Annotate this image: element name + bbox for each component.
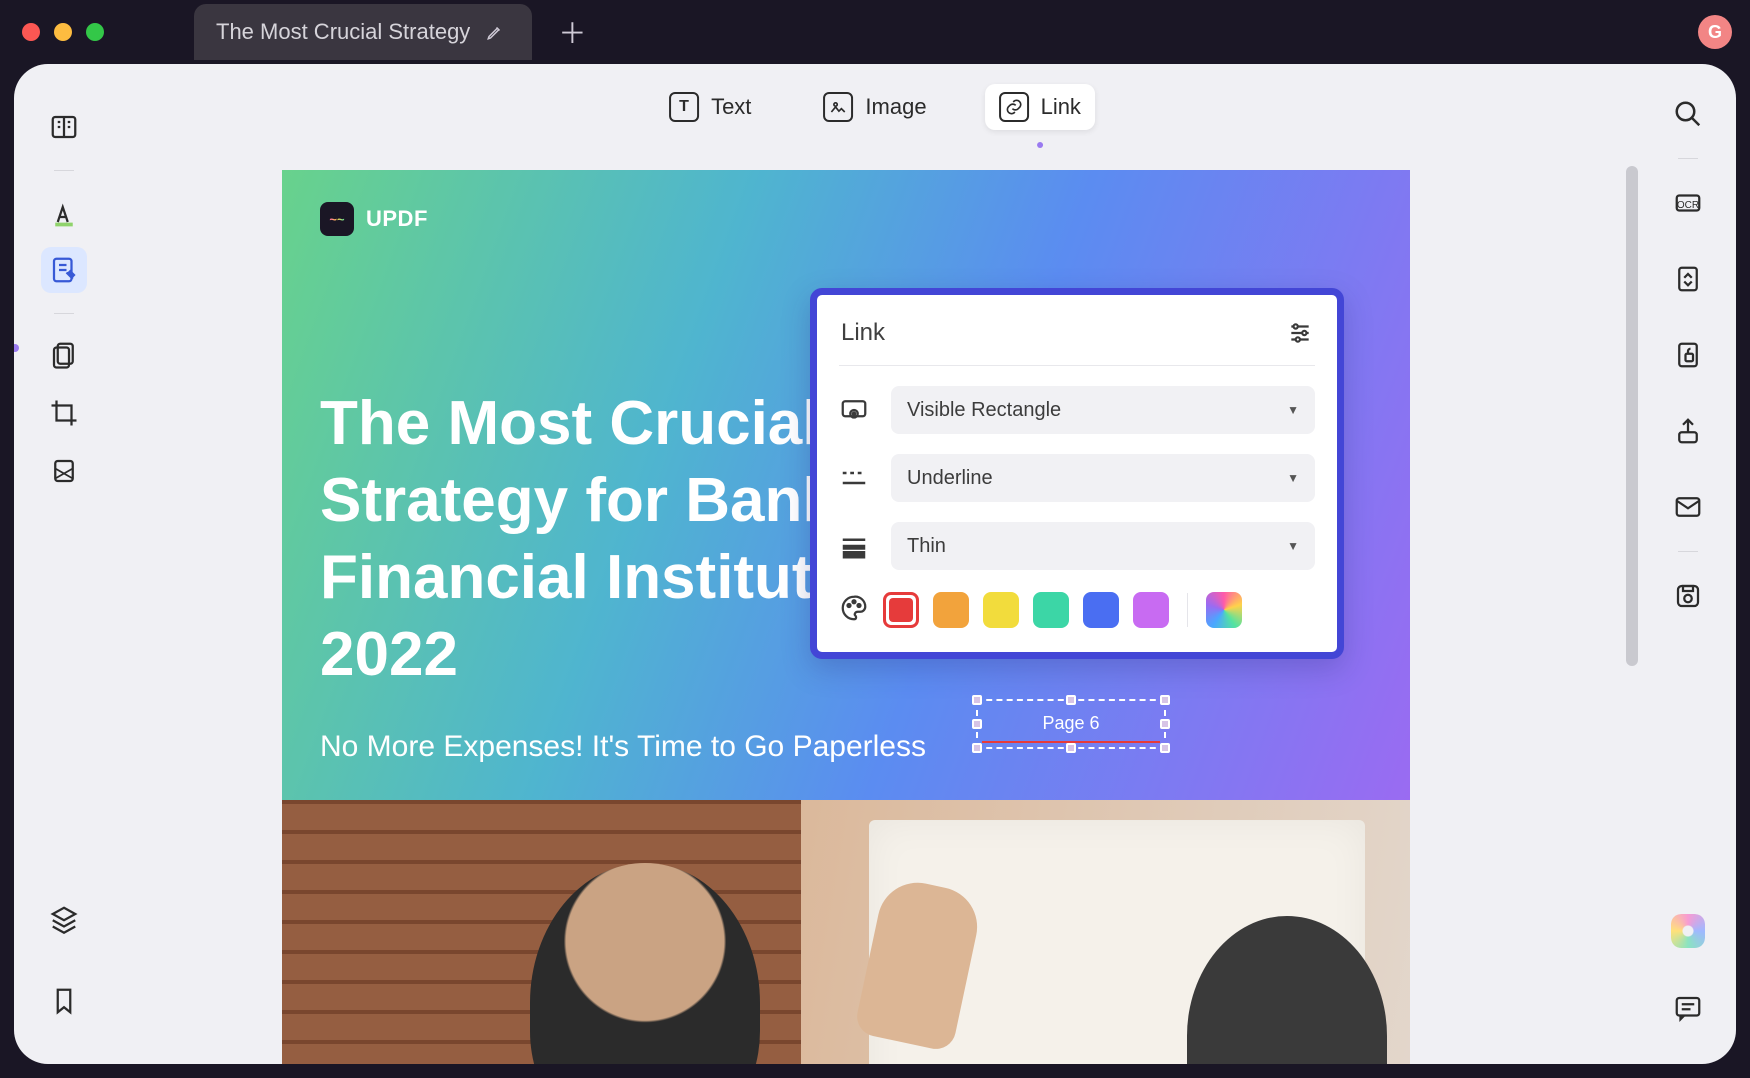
chevron-down-icon: ▼ (1287, 403, 1299, 417)
image-icon (823, 92, 853, 122)
line-width-icon (839, 531, 869, 561)
color-swatch-blue[interactable] (1083, 592, 1119, 628)
resize-handle-se[interactable] (1160, 743, 1170, 753)
resize-handle-n[interactable] (1066, 695, 1076, 705)
brand: ~~ UPDF (320, 202, 1372, 236)
search-button[interactable] (1668, 94, 1708, 134)
color-picker-button[interactable] (1206, 592, 1242, 628)
resize-handle-s[interactable] (1066, 743, 1076, 753)
zoom-window[interactable] (86, 23, 104, 41)
email-button[interactable] (1668, 487, 1708, 527)
insert-image-button[interactable]: Image (809, 84, 940, 130)
svg-text:OCR: OCR (1677, 200, 1699, 211)
new-tab-button[interactable]: ＋ (558, 18, 586, 46)
comments-button[interactable] (1668, 988, 1708, 1028)
app-frame: OCR T Text (14, 64, 1736, 1064)
window-controls (22, 23, 104, 41)
insert-text-button[interactable]: T Text (655, 84, 765, 130)
convert-button[interactable] (1668, 259, 1708, 299)
document-tab[interactable]: The Most Crucial Strategy (194, 4, 532, 60)
crop-pages-button[interactable] (41, 390, 87, 436)
resize-handle-ne[interactable] (1160, 695, 1170, 705)
panel-settings-icon[interactable] (1287, 320, 1313, 346)
minimize-window[interactable] (54, 23, 72, 41)
panel-title: Link (841, 319, 885, 347)
resize-handle-w[interactable] (972, 719, 982, 729)
link-type-select[interactable]: Visible Rectangle ▼ (891, 386, 1315, 434)
ocr-button[interactable]: OCR (1668, 183, 1708, 223)
page-photo (282, 800, 1410, 1064)
insert-link-button[interactable]: Link (985, 84, 1095, 130)
organize-pages-button[interactable] (41, 332, 87, 378)
annotation-mode-button[interactable] (41, 189, 87, 235)
window-titlebar: The Most Crucial Strategy ＋ G (0, 0, 1750, 64)
brand-logo: ~~ (320, 202, 354, 236)
line-style-icon (839, 463, 869, 493)
document-tab-title: The Most Crucial Strategy (216, 19, 470, 45)
bookmark-button[interactable] (41, 978, 87, 1024)
save-button[interactable] (1668, 576, 1708, 616)
edit-mode-button[interactable] (41, 247, 87, 293)
text-icon: T (669, 92, 699, 122)
left-sidebar (14, 64, 114, 1064)
swatch-separator (1187, 593, 1188, 627)
color-swatch-purple[interactable] (1133, 592, 1169, 628)
line-width-select[interactable]: Thin ▼ (891, 522, 1315, 570)
protect-button[interactable] (1668, 335, 1708, 375)
color-swatch-yellow[interactable] (983, 592, 1019, 628)
user-avatar[interactable]: G (1698, 15, 1732, 49)
active-mode-indicator (14, 344, 19, 352)
link-icon (999, 92, 1029, 122)
color-swatch-red[interactable] (883, 592, 919, 628)
resize-handle-sw[interactable] (972, 743, 982, 753)
line-style-select[interactable]: Underline ▼ (891, 454, 1315, 502)
link-annotation[interactable]: Page 6 (976, 699, 1166, 749)
redact-button[interactable] (41, 448, 87, 494)
link-type-icon (839, 395, 869, 425)
resize-handle-e[interactable] (1160, 719, 1170, 729)
close-window[interactable] (22, 23, 40, 41)
color-swatch-teal[interactable] (1033, 592, 1069, 628)
color-icon (839, 593, 869, 628)
brand-name: UPDF (366, 206, 428, 232)
color-swatch-orange[interactable] (933, 592, 969, 628)
resize-handle-nw[interactable] (972, 695, 982, 705)
link-properties-panel: Link Visible Rectangle ▼ Underline ▼ (810, 288, 1344, 659)
scrollbar-thumb[interactable] (1626, 166, 1638, 666)
insert-toolbar: T Text Image Link (655, 84, 1095, 130)
right-sidebar: OCR (1640, 64, 1736, 1064)
vertical-scrollbar[interactable] (1626, 166, 1638, 886)
ai-assistant-button[interactable] (1671, 914, 1705, 948)
hero-subtitle: No More Expenses! It's Time to Go Paperl… (320, 730, 1372, 764)
link-annotation-label: Page 6 (1042, 713, 1099, 734)
chevron-down-icon: ▼ (1287, 539, 1299, 553)
chevron-down-icon: ▼ (1287, 471, 1299, 485)
share-button[interactable] (1668, 411, 1708, 451)
edit-tab-icon[interactable] (486, 23, 504, 41)
layers-button[interactable] (41, 896, 87, 942)
reader-mode-button[interactable] (41, 104, 87, 150)
